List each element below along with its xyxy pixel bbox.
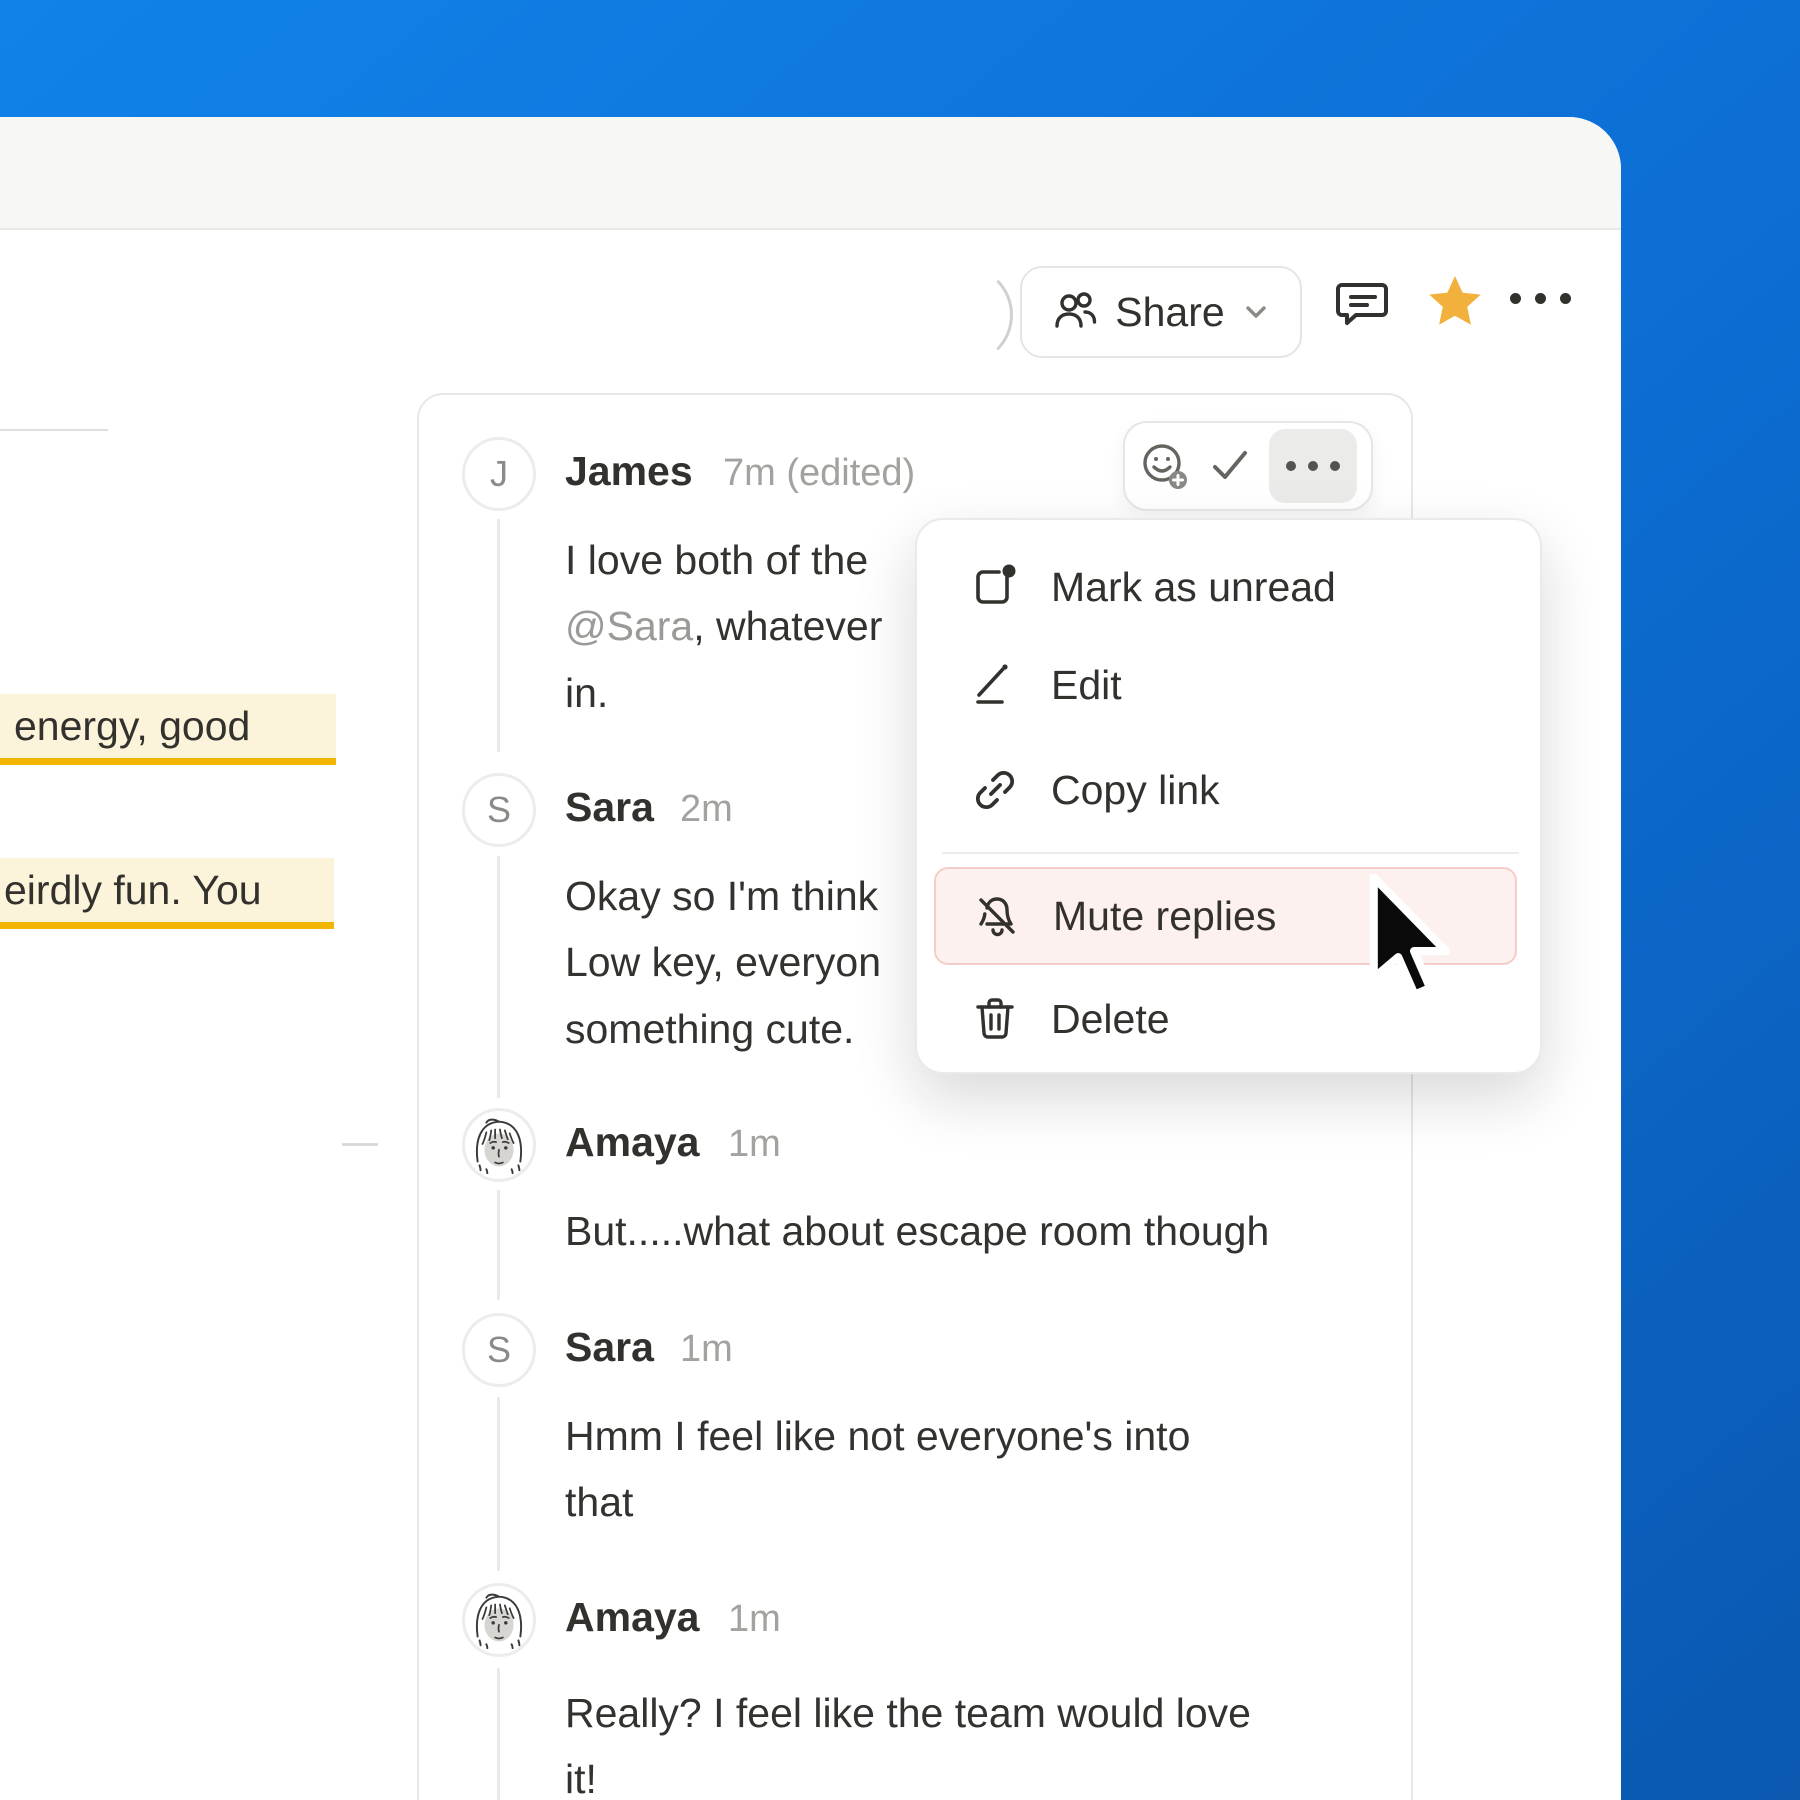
comment-author: Amaya	[565, 1594, 699, 1641]
comment-author: Amaya	[565, 1119, 699, 1166]
link-icon	[967, 762, 1023, 818]
comment-text-line: Okay so I'm think	[565, 866, 878, 926]
avatar: S	[462, 773, 536, 847]
bell-slash-icon	[969, 888, 1025, 944]
doc-dash-mark	[342, 1143, 378, 1146]
comment-text-line: Really? I feel like the team would love	[565, 1683, 1251, 1743]
avatar: J	[462, 437, 536, 511]
menu-item-copy-link[interactable]: Copy link	[917, 741, 1540, 839]
comment-text-line: Hmm I feel like not everyone's into	[565, 1406, 1190, 1466]
more-ellipsis-icon[interactable]	[1269, 429, 1357, 503]
mark-unread-icon	[967, 559, 1023, 615]
highlighted-text-1: energy, good	[0, 694, 336, 758]
highlight-underline	[0, 758, 336, 765]
doc-divider-line	[0, 429, 108, 431]
comment-timestamp: 2m	[680, 788, 733, 831]
highlighted-text-2: eirdly fun. You	[0, 858, 334, 922]
avatar: S	[462, 1313, 536, 1387]
comment-text-line: something cute.	[565, 999, 854, 1059]
doodle-face-avatar	[465, 1585, 533, 1655]
resolve-check-icon[interactable]	[1207, 443, 1253, 489]
ellipsis-icon[interactable]	[1510, 293, 1571, 304]
avatar-letter: S	[487, 1329, 511, 1371]
comment-hover-toolbar	[1123, 421, 1373, 511]
comment-timestamp: 1m	[728, 1598, 781, 1641]
highlight-text: energy, good	[14, 703, 250, 750]
mouse-cursor	[1366, 874, 1462, 1008]
comment-timestamp: 1m	[680, 1328, 733, 1371]
add-reaction-icon[interactable]	[1137, 439, 1191, 493]
chevron-down-icon	[1239, 295, 1273, 329]
screenshot-stage: Share energy, good eirdly fun. You	[0, 0, 1800, 1800]
user-mention[interactable]: @Sara	[565, 603, 693, 650]
avatar	[462, 1583, 536, 1657]
comment-bubble-icon[interactable]	[1332, 273, 1392, 333]
comment-timestamp: 7m (edited)	[723, 452, 915, 495]
thread-line	[497, 1397, 500, 1571]
comment-text-line: Low key, everyon	[565, 932, 881, 992]
people-icon	[1049, 286, 1101, 338]
doodle-face-avatar	[465, 1110, 533, 1180]
comment-author: Sara	[565, 784, 654, 831]
comment-text-line: I love both of the	[565, 530, 868, 590]
comment-text-line: @Sara, whatever	[565, 596, 882, 656]
share-button[interactable]: Share	[1020, 266, 1302, 358]
star-icon[interactable]	[1424, 271, 1486, 333]
comment-author: James	[565, 448, 693, 495]
thread-line	[497, 1190, 500, 1300]
comment-text-line: that	[565, 1472, 633, 1532]
avatar	[462, 1108, 536, 1182]
menu-divider	[942, 852, 1519, 854]
highlight-underline	[0, 922, 334, 929]
menu-item-mark-as-unread[interactable]: Mark as unread	[917, 538, 1540, 636]
thread-line	[497, 1668, 500, 1800]
thread-line	[497, 519, 500, 752]
comment-text-line: it!	[565, 1749, 597, 1800]
comment-text-line: in.	[565, 663, 608, 723]
comment-author: Sara	[565, 1324, 654, 1371]
comment-text-line: But.....what about escape room though	[565, 1201, 1269, 1261]
window-top-bar	[0, 117, 1621, 230]
highlight-text: eirdly fun. You	[4, 867, 262, 914]
trash-icon	[967, 991, 1023, 1047]
avatar-letter: J	[490, 453, 508, 495]
partial-avatar-arc	[913, 265, 1013, 365]
avatar-letter: S	[487, 789, 511, 831]
thread-line	[497, 856, 500, 1098]
edit-pencil-icon	[967, 657, 1023, 713]
share-button-label: Share	[1115, 289, 1224, 336]
menu-item-edit[interactable]: Edit	[917, 636, 1540, 734]
comment-timestamp: 1m	[728, 1123, 781, 1166]
